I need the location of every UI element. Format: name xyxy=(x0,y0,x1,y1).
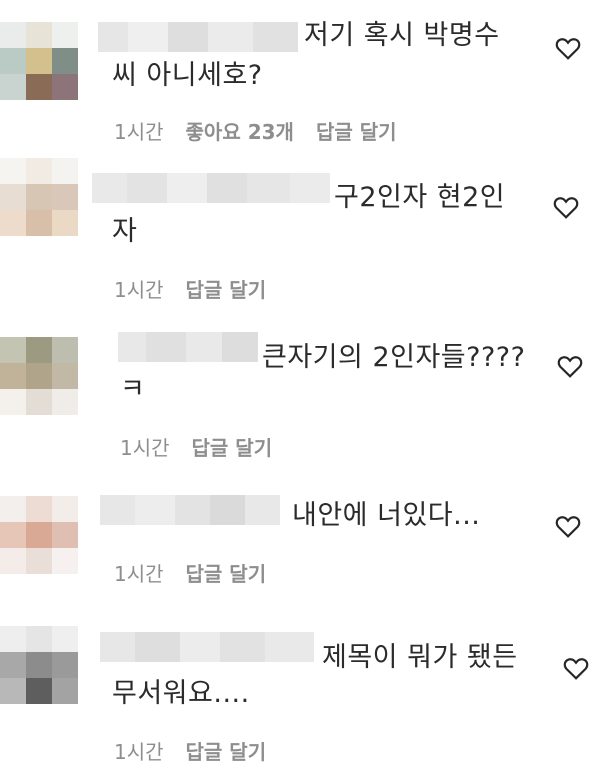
comment-meta: 1시간 답글 달기 xyxy=(114,736,266,765)
heart-icon[interactable] xyxy=(555,514,581,538)
heart-icon[interactable] xyxy=(555,36,581,60)
comment-meta: 1시간 좋아요 23개 답글 달기 xyxy=(114,116,397,145)
avatar[interactable] xyxy=(0,626,78,704)
comment-text: 구2인자 현2인 xyxy=(334,182,506,213)
heart-icon[interactable] xyxy=(557,354,583,378)
username-blurred[interactable] xyxy=(100,632,314,662)
reply-button[interactable]: 답글 달기 xyxy=(186,274,267,303)
avatar[interactable] xyxy=(0,158,78,236)
username-blurred[interactable] xyxy=(100,495,280,525)
comment-text: 씨 아니세호? xyxy=(112,60,263,91)
comment-meta: 1시간 답글 달기 xyxy=(114,558,266,587)
comment-text: 자 xyxy=(112,216,138,247)
timestamp: 1시간 xyxy=(120,436,170,460)
heart-icon[interactable] xyxy=(563,656,589,680)
comment-meta: 1시간 답글 달기 xyxy=(120,432,272,461)
timestamp: 1시간 xyxy=(114,562,164,586)
comment-text: 무서워요.... xyxy=(112,678,250,709)
likes-count[interactable]: 좋아요 23개 xyxy=(186,116,294,145)
comment-text: 저기 혹시 박명수 xyxy=(304,20,500,51)
timestamp: 1시간 xyxy=(114,120,164,144)
comment-text: 큰자기의 2인자들???? xyxy=(262,342,526,373)
comment-text: ㅋ xyxy=(120,374,146,405)
avatar[interactable] xyxy=(0,22,78,100)
reply-button[interactable]: 답글 달기 xyxy=(192,432,273,461)
avatar[interactable] xyxy=(0,337,78,415)
username-blurred[interactable] xyxy=(92,173,330,203)
heart-icon[interactable] xyxy=(553,195,579,219)
timestamp: 1시간 xyxy=(114,278,164,302)
comment-meta: 1시간 답글 달기 xyxy=(114,274,266,303)
username-blurred[interactable] xyxy=(98,22,298,52)
reply-button[interactable]: 답글 달기 xyxy=(186,736,267,765)
reply-button[interactable]: 답글 달기 xyxy=(316,116,397,145)
avatar[interactable] xyxy=(0,496,78,574)
timestamp: 1시간 xyxy=(114,740,164,764)
username-blurred[interactable] xyxy=(118,332,258,362)
reply-button[interactable]: 답글 달기 xyxy=(186,558,267,587)
comment-text: 제목이 뭐가 됐든 xyxy=(322,642,518,673)
comment-text: 내안에 너있다... xyxy=(292,500,481,531)
